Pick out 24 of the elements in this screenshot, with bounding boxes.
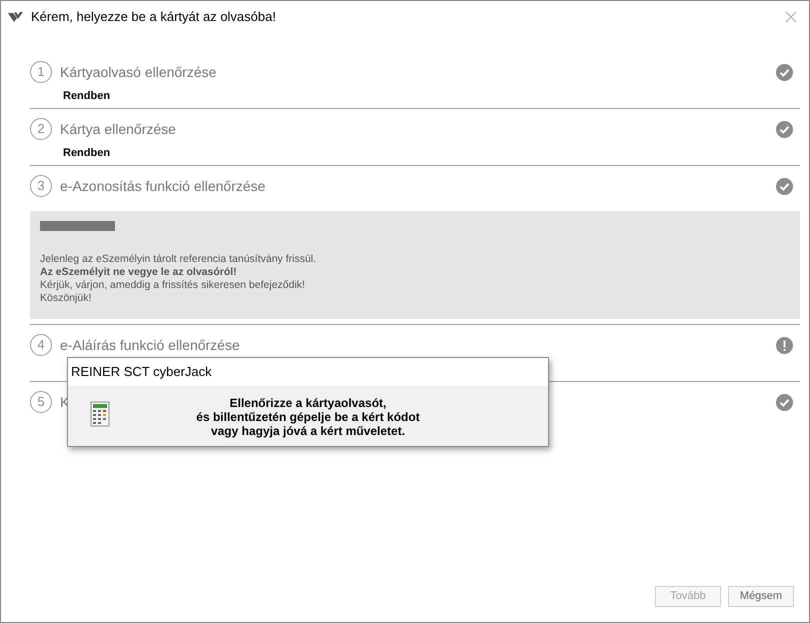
step-title: e-Azonosítás funkció ellenőrzése	[60, 176, 266, 196]
dialog-button[interactable]: Mégsem	[728, 586, 794, 607]
dialog-message-line: és billentűzetén gépelje be a kért kódot	[196, 410, 420, 424]
close-icon[interactable]	[785, 11, 797, 23]
step-number: 1	[30, 61, 52, 83]
notice-text: Jelenleg az eSzemélyin tárolt referencia tanúsítvány frissül.	[40, 253, 318, 266]
step-result: Rendben	[63, 89, 112, 103]
dialog-title: REINER SCT cyberJack	[71, 363, 212, 382]
dialog-message-line: Ellenőrizze a kártyaolvasót,	[230, 396, 386, 410]
window-title: Kérem, helyezze be a kártyát az olvasóba!	[31, 8, 276, 26]
step-number: 3	[30, 175, 52, 197]
notice-text: Az eSzemélyit ne vegye le az olvasóról!	[40, 266, 238, 279]
step-title: Kártya ellenőrzése	[60, 120, 177, 139]
notice-text: Köszönjük!	[40, 292, 92, 305]
logo-icon	[8, 11, 26, 23]
keypad-icon	[90, 401, 110, 427]
dialog-message-line: vagy hagyja jóvá a kért műveletet.	[210, 424, 406, 438]
step-result: Rendben	[63, 146, 112, 160]
step-title: Kártyaolvasó ellenőrzése	[60, 62, 218, 82]
step-number: 4	[30, 334, 52, 356]
step-title: e-Aláírás funkció ellenőrzése	[60, 336, 241, 354]
notice-text: Kérjük, várjon, ameddig a frissítés sikeresen befejeződik!	[40, 279, 306, 292]
step-number: 5	[30, 391, 52, 413]
step-number: 2	[30, 118, 52, 140]
